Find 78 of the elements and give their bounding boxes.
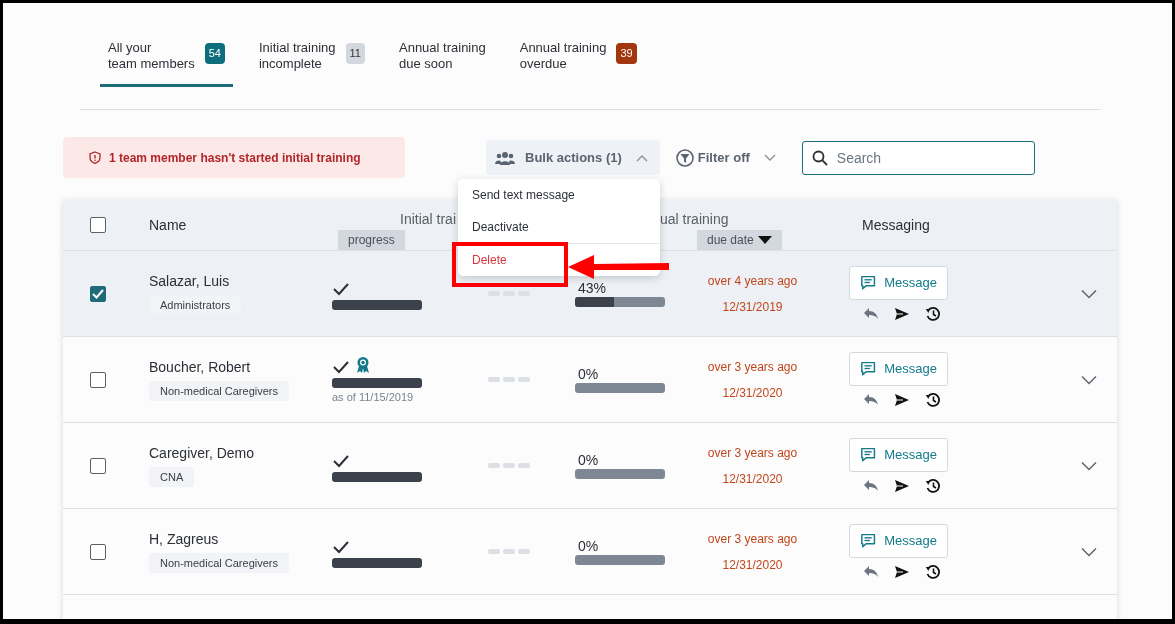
count-badge: 54: [204, 43, 225, 64]
row-checkbox[interactable]: [90, 371, 106, 388]
tab[interactable]: Annual training overdue 39: [511, 40, 645, 87]
group-tag: Non-medical Caregivers: [149, 552, 289, 573]
count-badge: 39: [616, 43, 637, 64]
annual-percent: 0%: [578, 538, 600, 554]
menu-item[interactable]: Delete: [472, 253, 507, 267]
chevron-down-icon[interactable]: [1080, 546, 1097, 557]
send-icon[interactable]: [894, 392, 910, 407]
shield-alert-icon: [89, 151, 101, 164]
search-field[interactable]: Search: [801, 140, 1035, 175]
due-relative: over 3 years ago: [707, 531, 798, 546]
warning-text: 1 team member hasn't started initial training: [109, 150, 361, 165]
column-group-header: Initial trai: [400, 211, 457, 227]
column-header: Messaging: [862, 217, 931, 233]
chat-bubble-icon: [860, 446, 877, 463]
column-header: Name: [149, 217, 188, 233]
due-date: 12/31/2020: [722, 557, 783, 572]
chevron-down-icon[interactable]: [1080, 374, 1097, 385]
tab[interactable]: Annual training due soon: [391, 40, 494, 87]
row-checkbox[interactable]: [90, 543, 106, 560]
filter-icon: [675, 148, 694, 167]
chat-bubble-icon: [860, 274, 877, 291]
member-name: Salazar, Luis: [149, 272, 231, 289]
member-name: H, Zagreus: [149, 530, 220, 547]
message-button[interactable]: Message: [849, 523, 948, 558]
member-name: Caregiver, Demo: [149, 444, 256, 461]
history-icon[interactable]: [925, 563, 941, 580]
select-all-checkbox[interactable]: [90, 217, 106, 233]
as-of-date: as of 11/15/2019: [332, 391, 415, 403]
history-icon[interactable]: [925, 391, 941, 408]
chevron-down-icon[interactable]: [1080, 460, 1097, 471]
send-icon[interactable]: [894, 564, 910, 579]
count-badge: 11: [345, 43, 365, 64]
bulk-actions-button[interactable]: Bulk actions (1): [486, 140, 660, 175]
message-button[interactable]: Message: [849, 437, 948, 472]
due-relative: over 3 years ago: [707, 445, 798, 460]
filter-button[interactable]: Filter off: [675, 148, 776, 167]
send-icon[interactable]: [894, 478, 910, 493]
placeholder-dashes: [488, 463, 530, 468]
annual-percent: 0%: [578, 366, 600, 382]
annual-percent: 43%: [578, 280, 608, 296]
reply-icon[interactable]: [863, 307, 879, 320]
send-icon[interactable]: [894, 306, 910, 321]
due-date: 12/31/2019: [722, 299, 783, 314]
due-date: 12/31/2020: [722, 385, 783, 400]
due-date: 12/31/2020: [722, 471, 783, 486]
chat-bubble-icon: [860, 360, 877, 377]
reply-icon[interactable]: [863, 393, 879, 406]
due-relative: over 4 years ago: [707, 273, 798, 288]
menu-item[interactable]: Send text message: [472, 188, 575, 202]
tab[interactable]: All your team members 54: [100, 40, 233, 87]
chevron-down-icon: [763, 153, 776, 162]
group-tag: Administrators: [149, 294, 242, 315]
placeholder-dashes: [488, 549, 530, 554]
placeholder-dashes: [488, 377, 530, 382]
group-tag: Non-medical Caregivers: [149, 380, 289, 401]
menu-item[interactable]: Deactivate: [472, 220, 529, 234]
tab[interactable]: Initial training incomplete 11: [250, 40, 373, 87]
chevron-down-icon[interactable]: [1080, 288, 1097, 299]
column-header[interactable]: due date: [697, 230, 782, 250]
member-name: Boucher, Robert: [149, 358, 252, 375]
group-tag: CNA: [149, 466, 195, 487]
message-button[interactable]: Message: [849, 351, 948, 386]
search-icon: [811, 149, 828, 166]
people-icon: [495, 150, 515, 165]
column-group-header: ual training: [660, 211, 729, 227]
row-checkbox[interactable]: [90, 457, 106, 474]
reply-icon[interactable]: [863, 479, 879, 492]
message-button[interactable]: Message: [849, 265, 948, 300]
history-icon[interactable]: [925, 477, 941, 494]
reply-icon[interactable]: [863, 565, 879, 578]
due-relative: over 3 years ago: [707, 359, 798, 374]
column-header[interactable]: progress: [338, 230, 405, 250]
chat-bubble-icon: [860, 532, 877, 549]
row-checkbox[interactable]: [90, 285, 106, 302]
history-icon[interactable]: [925, 305, 941, 322]
annual-percent: 0%: [578, 452, 600, 468]
